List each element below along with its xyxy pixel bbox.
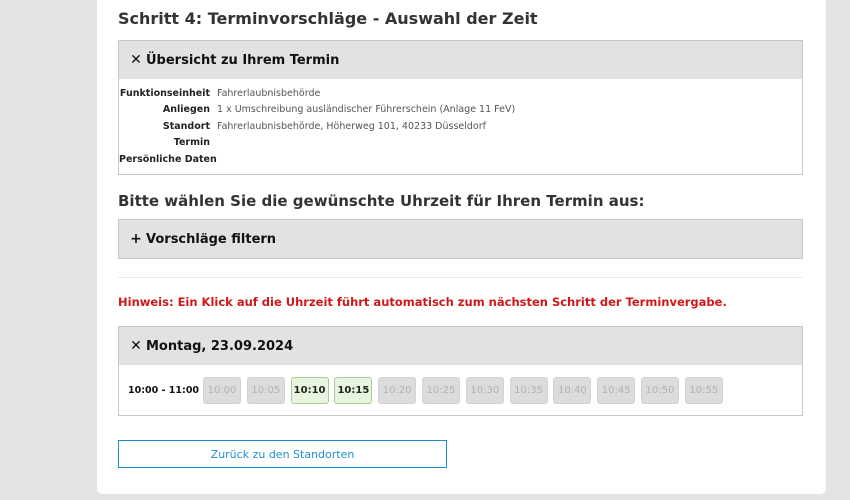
time-slot-1005: 10:05 [246, 376, 285, 404]
time-slot-1055: 10:55 [684, 376, 723, 404]
summary-label: Standort [162, 120, 210, 132]
time-slot-1000: 10:00 [203, 376, 241, 404]
filter-panel-header[interactable]: + Vorschläge filtern [119, 220, 802, 258]
day-panel-title: Montag, 23.09.2024 [146, 338, 294, 354]
divider [118, 277, 803, 278]
overview-panel-header[interactable]: ✕ Übersicht zu Ihrem Termin [119, 41, 802, 79]
time-slot-1050: 10:50 [640, 376, 679, 404]
summary-value: Fahrerlaubnisbehörde, Höherweg 101, 4023… [217, 120, 486, 132]
content-card: Schritt 4: Terminvorschläge - Auswahl de… [97, 0, 826, 494]
time-slot-1035: 10:35 [509, 376, 548, 404]
summary-label: Persönliche Daten [119, 153, 217, 165]
close-icon[interactable]: ✕ [129, 338, 143, 354]
time-slot-1045: 10:45 [597, 376, 636, 404]
day-panel: ✕ Montag, 23.09.2024 10:00 - 11:00 10:00… [118, 326, 803, 416]
notice-text: Hinweis: Ein Klick auf die Uhrzeit führt… [118, 295, 727, 309]
summary-row-anliegen: Anliegen 1 x Umschreibung ausländischer … [119, 102, 802, 119]
back-to-locations-button[interactable]: Zurück zu den Standorten [118, 440, 447, 468]
summary-value: 1 x Umschreibung ausländischer Führersch… [217, 104, 516, 116]
select-time-heading: Bitte wählen Sie die gewünschte Uhrzeit … [118, 192, 645, 210]
summary-label: Anliegen [162, 104, 210, 116]
summary-value: Fahrerlaubnisbehörde [217, 87, 321, 99]
time-slot-1010[interactable]: 10:10 [290, 376, 329, 404]
close-icon[interactable]: ✕ [129, 52, 143, 68]
time-slot-1025: 10:25 [421, 376, 460, 404]
summary-label: Funktionseinheit [119, 87, 210, 99]
filter-panel-title: Vorschläge filtern [146, 231, 277, 247]
plus-icon[interactable]: + [129, 231, 143, 247]
time-slot-1015[interactable]: 10:15 [334, 376, 373, 404]
summary-row-funktionseinheit: Funktionseinheit Fahrerlaubnisbehörde [119, 85, 802, 102]
time-slot-1030: 10:30 [465, 376, 504, 404]
filter-panel: + Vorschläge filtern [118, 219, 803, 259]
page-title: Schritt 4: Terminvorschläge - Auswahl de… [118, 9, 538, 28]
time-slot-1040: 10:40 [553, 376, 592, 404]
time-slot-1020: 10:20 [378, 376, 417, 404]
overview-panel: ✕ Übersicht zu Ihrem Termin Funktionsein… [118, 40, 803, 175]
summary-row-persoenliche-daten: Persönliche Daten [119, 151, 802, 168]
time-slots: 10:00 - 11:00 10:00 10:05 10:10 10:15 10… [119, 365, 802, 415]
summary-label: Termin [173, 137, 210, 149]
overview-panel-title: Übersicht zu Ihrem Termin [146, 52, 340, 68]
day-panel-header[interactable]: ✕ Montag, 23.09.2024 [119, 327, 802, 365]
summary-row-standort: Standort Fahrerlaubnisbehörde, Höherweg … [119, 118, 802, 135]
time-range-label: 10:00 - 11:00 [128, 384, 200, 396]
summary-row-termin: Termin [119, 135, 802, 152]
overview-summary: Funktionseinheit Fahrerlaubnisbehörde An… [119, 79, 802, 174]
